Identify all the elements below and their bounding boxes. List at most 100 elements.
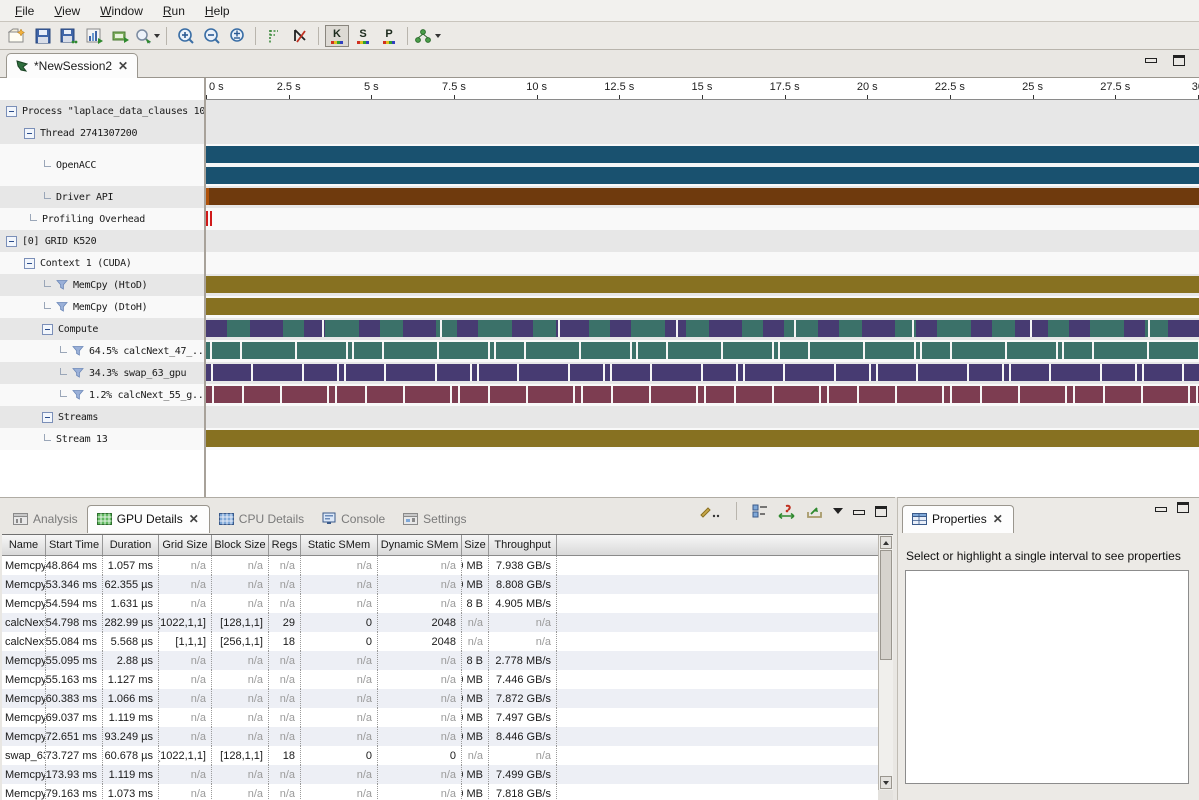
collapse-toggle-icon[interactable] <box>6 236 17 247</box>
timeline-row[interactable]: MemCpy (HtoD) <box>0 274 1199 296</box>
table-header-cell[interactable]: Dynamic SMem <box>378 535 462 555</box>
table-row[interactable]: Memcpy155.095 ms2.88 µsn/an/an/an/an/a8 … <box>2 651 878 670</box>
goto-marker-icon[interactable] <box>288 24 312 48</box>
timeline-row[interactable]: OpenACC <box>0 144 1199 186</box>
scroll-down-icon[interactable] <box>880 776 892 789</box>
edit-filter-icon[interactable] <box>699 504 721 518</box>
kernel-color-button[interactable]: K <box>325 25 349 47</box>
collapse-toggle-icon[interactable] <box>24 128 35 139</box>
process-color-button[interactable]: P <box>377 25 401 47</box>
filter-icon[interactable] <box>56 301 68 313</box>
menu-window[interactable]: Window <box>91 2 152 20</box>
maximize-icon[interactable] <box>1173 55 1185 66</box>
export-icon[interactable] <box>806 504 823 519</box>
table-row[interactable]: Memcpy179.163 ms1.073 msn/an/an/an/an/a9… <box>2 784 878 800</box>
tab-gpu-details[interactable]: GPU Details ✕ <box>87 505 210 533</box>
timeline-row[interactable]: Driver API <box>0 186 1199 208</box>
collapse-toggle-icon[interactable] <box>42 324 53 335</box>
maximize-icon[interactable] <box>1177 502 1189 513</box>
filter-icon[interactable] <box>72 367 84 379</box>
timeline-bar[interactable] <box>206 298 1199 315</box>
filter-icon[interactable] <box>72 389 84 401</box>
timeline-row[interactable]: Stream 13 <box>0 428 1199 450</box>
table-header-cell[interactable]: Size <box>462 535 489 555</box>
menu-file[interactable]: File <box>6 2 43 20</box>
tree-timeline-splitter[interactable] <box>204 78 206 497</box>
filter-icon[interactable] <box>56 279 68 291</box>
menu-run[interactable]: Run <box>154 2 194 20</box>
menu-help[interactable]: Help <box>196 2 239 20</box>
fit-marker-icon[interactable] <box>262 24 286 48</box>
minimize-icon[interactable] <box>853 510 865 515</box>
timeline-bar[interactable] <box>206 386 1199 403</box>
table-header-cell[interactable]: Start Time <box>46 535 103 555</box>
table-header-cell[interactable]: Static SMem <box>301 535 378 555</box>
save-icon[interactable] <box>31 24 55 48</box>
table-row[interactable]: Memcpy155.163 ms1.127 msn/an/an/an/an/a9… <box>2 670 878 689</box>
table-row[interactable]: swap_63_gpu173.727 ms60.678 µs[1022,1,1]… <box>2 746 878 765</box>
collapse-toggle-icon[interactable] <box>42 412 53 423</box>
report-icon[interactable] <box>83 24 107 48</box>
timeline-row[interactable]: 34.3% swap_63_gpu <box>0 362 1199 384</box>
close-icon[interactable]: ✕ <box>117 59 129 73</box>
tab-analysis[interactable]: Analysis <box>4 505 87 533</box>
tab-settings[interactable]: Settings <box>394 505 475 533</box>
resize-view-icon[interactable] <box>109 24 133 48</box>
new-session-icon[interactable] <box>5 24 29 48</box>
zoom-tool-icon[interactable] <box>135 24 160 48</box>
table-row[interactable]: Memcpy173.93 ms1.119 msn/an/an/an/an/a9 … <box>2 765 878 784</box>
timeline-bar[interactable] <box>206 146 1199 184</box>
timeline-row[interactable]: Streams <box>0 406 1199 428</box>
timeline-bar[interactable] <box>206 364 1199 381</box>
dropdown-arrow-icon[interactable] <box>435 34 441 38</box>
table-row[interactable]: Memcpy148.864 ms1.057 msn/an/an/an/an/a9… <box>2 556 878 575</box>
analysis-tree-icon[interactable] <box>414 24 441 48</box>
close-icon[interactable]: ✕ <box>992 512 1004 526</box>
timeline-row[interactable]: Context 1 (CUDA) <box>0 252 1199 274</box>
table-row[interactable]: Memcpy172.651 ms93.249 µsn/an/an/an/an/a… <box>2 727 878 746</box>
stream-color-button[interactable]: S <box>351 25 375 47</box>
timeline-bar[interactable] <box>206 342 1199 359</box>
vertical-scrollbar[interactable] <box>878 535 893 790</box>
timeline-row[interactable]: Compute <box>0 318 1199 340</box>
timeline-row[interactable]: [0] GRID K520 <box>0 230 1199 252</box>
minimize-icon[interactable] <box>1145 58 1157 63</box>
table-header-cell[interactable]: Name <box>2 535 46 555</box>
timeline-bar[interactable] <box>206 276 1199 293</box>
focus-timeline-icon[interactable] <box>778 504 796 519</box>
tab-cpu-details[interactable]: CPU Details <box>210 505 313 533</box>
scrollbar-thumb[interactable] <box>880 550 892 660</box>
session-tab[interactable]: *NewSession2 ✕ <box>6 53 138 78</box>
table-row[interactable]: Memcpy154.594 ms1.631 µsn/an/an/an/an/a8… <box>2 594 878 613</box>
table-row[interactable]: Memcpy153.346 ms62.355 µsn/an/an/an/an/a… <box>2 575 878 594</box>
zoom-out-icon[interactable] <box>199 24 223 48</box>
timeline-bar[interactable] <box>206 210 1199 227</box>
tab-console[interactable]: Console <box>313 505 394 533</box>
filter-icon[interactable] <box>72 345 84 357</box>
timeline-row[interactable]: Profiling Overhead <box>0 208 1199 230</box>
timeline-row[interactable]: 1.2% calcNext_55_g... <box>0 384 1199 406</box>
save-all-icon[interactable] <box>57 24 81 48</box>
timeline-row[interactable]: Process "laplace_data_clauses 10... <box>0 100 1199 122</box>
collapse-toggle-icon[interactable] <box>6 106 17 117</box>
zoom-reset-icon[interactable] <box>225 24 249 48</box>
minimize-icon[interactable] <box>1155 507 1167 512</box>
dropdown-arrow-icon[interactable] <box>154 34 160 38</box>
timeline-row[interactable]: Thread 2741307200 <box>0 122 1199 144</box>
table-header-cell[interactable]: Grid Size <box>159 535 212 555</box>
collapse-toggle-icon[interactable] <box>24 258 35 269</box>
menu-view[interactable]: View <box>45 2 89 20</box>
tab-properties[interactable]: Properties ✕ <box>902 505 1014 533</box>
timeline-row[interactable]: MemCpy (DtoH) <box>0 296 1199 318</box>
maximize-icon[interactable] <box>875 506 887 517</box>
view-menu-icon[interactable] <box>833 508 843 514</box>
timeline-bar[interactable] <box>206 188 1199 205</box>
zoom-in-icon[interactable] <box>173 24 197 48</box>
table-row[interactable]: calcNext155.084 ms5.568 µs[1,1,1][256,1,… <box>2 632 878 651</box>
table-row[interactable]: Memcpy160.383 ms1.066 msn/an/an/an/an/a9… <box>2 689 878 708</box>
table-header-cell[interactable]: Block Size <box>212 535 269 555</box>
timeline-row[interactable]: 64.5% calcNext_47_... <box>0 340 1199 362</box>
table-header-cell[interactable]: Duration <box>103 535 159 555</box>
scroll-up-icon[interactable] <box>880 536 892 549</box>
table-header-cell[interactable]: Throughput <box>489 535 557 555</box>
